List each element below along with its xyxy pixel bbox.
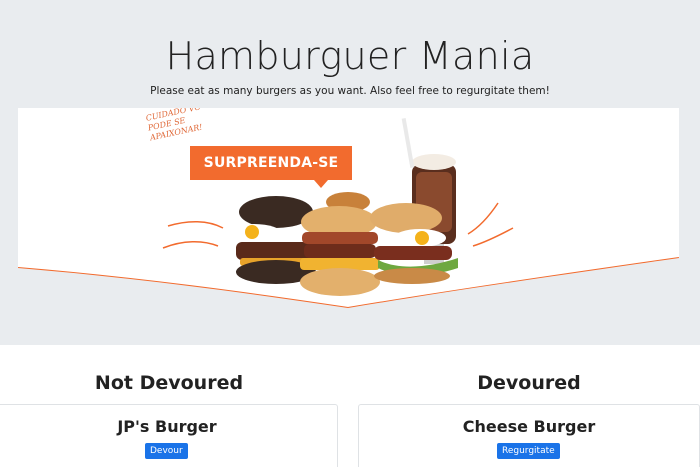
not-devoured-heading: Not Devoured bbox=[94, 372, 244, 394]
jumbotron: Hamburguer Mania Please eat as many burg… bbox=[0, 0, 700, 345]
burger-illustration bbox=[18, 118, 679, 308]
promo-banner-image: CUIDADO VC PODE SE APAIXONAR! SURPREENDA… bbox=[18, 108, 679, 308]
burger-card: Cheese Burger Regurgitate bbox=[358, 404, 700, 467]
promo-badge: SURPREENDA-SE bbox=[190, 146, 352, 180]
devoured-heading: Devoured bbox=[477, 372, 581, 394]
burger-name: JP's Burger bbox=[117, 417, 217, 436]
burger-card: JP's Burger Devour bbox=[0, 404, 338, 467]
regurgitate-button[interactable]: Regurgitate bbox=[497, 443, 560, 459]
page-title: Hamburguer Mania bbox=[165, 34, 535, 78]
burger-name: Cheese Burger bbox=[462, 417, 596, 436]
promo-badge-tail bbox=[314, 180, 328, 188]
devour-button[interactable]: Devour bbox=[145, 443, 188, 459]
page-subtitle: Please eat as many burgers as you want. … bbox=[150, 85, 550, 97]
